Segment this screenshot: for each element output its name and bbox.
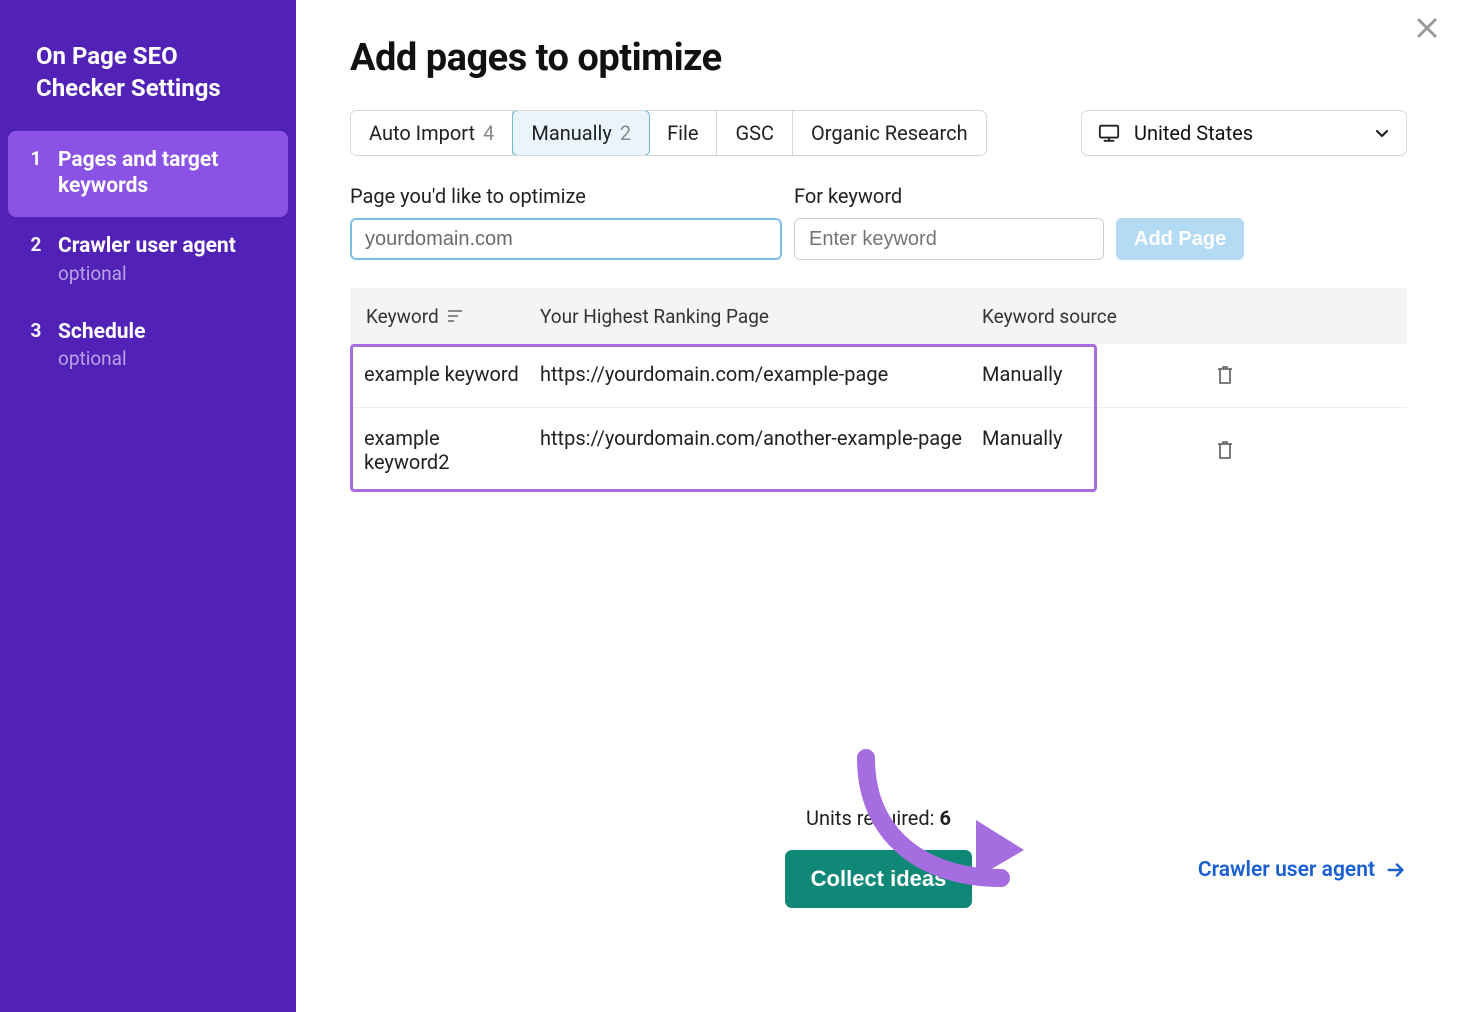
close-icon <box>1415 16 1439 40</box>
keywords-table: Keyword Your Highest Ranking Page Keywor… <box>350 288 1407 492</box>
tab-count: 4 <box>483 121 494 145</box>
trash-icon <box>1215 364 1235 386</box>
collect-ideas-button[interactable]: Collect ideas <box>785 850 973 908</box>
step-number: 3 <box>28 319 44 342</box>
desktop-icon <box>1098 123 1120 143</box>
next-step-link[interactable]: Crawler user agent <box>1198 858 1407 882</box>
step-sublabel: optional <box>58 262 236 285</box>
page-input[interactable] <box>350 218 782 260</box>
sidebar-step-crawler-user-agent[interactable]: 2 Crawler user agent optional <box>8 217 288 302</box>
add-page-button[interactable]: Add Page <box>1116 218 1244 260</box>
page-title: Add pages to optimize <box>350 36 1407 80</box>
col-source-header: Keyword source <box>982 305 1182 328</box>
cell-url: https://yourdomain.com/another-example-p… <box>540 426 982 474</box>
tab-label: Auto Import <box>369 121 475 145</box>
units-required-text: Units required: 6 <box>806 806 951 830</box>
cell-url: https://yourdomain.com/example-page <box>540 362 982 389</box>
arrow-right-icon <box>1385 859 1407 881</box>
keyword-input-label: For keyword <box>794 184 1104 208</box>
col-keyword-header[interactable]: Keyword <box>366 305 439 328</box>
tab-label: GSC <box>735 121 774 145</box>
tab-auto-import[interactable]: Auto Import 4 <box>351 111 513 155</box>
country-select[interactable]: United States <box>1081 110 1407 156</box>
col-page-header: Your Highest Ranking Page <box>540 305 982 328</box>
next-step-label: Crawler user agent <box>1198 858 1375 882</box>
step-label: Pages and target keywords <box>58 147 268 200</box>
tab-organic-research[interactable]: Organic Research <box>793 111 986 155</box>
footer-actions: Units required: 6 Collect ideas <box>296 806 1461 908</box>
tab-label: Manually <box>531 121 611 145</box>
tab-manually[interactable]: Manually 2 <box>512 110 650 156</box>
units-count: 6 <box>939 806 950 830</box>
step-label: Schedule <box>58 319 145 345</box>
page-input-label: Page you'd like to optimize <box>350 184 782 208</box>
cell-keyword: example keyword2 <box>350 426 540 474</box>
table-row: example keyword https://yourdomain.com/e… <box>350 344 1407 408</box>
tab-count: 2 <box>620 121 631 145</box>
close-button[interactable] <box>1409 10 1445 46</box>
step-label: Crawler user agent <box>58 233 236 259</box>
trash-icon <box>1215 439 1235 461</box>
step-number: 1 <box>28 147 44 170</box>
tab-label: Organic Research <box>811 121 968 145</box>
table-header-row: Keyword Your Highest Ranking Page Keywor… <box>350 288 1407 344</box>
step-number: 2 <box>28 233 44 256</box>
cell-keyword: example keyword <box>350 362 540 389</box>
sidebar-title: On Page SEO Checker Settings <box>8 36 288 131</box>
cell-source: Manually <box>982 362 1182 389</box>
cell-source: Manually <box>982 426 1182 474</box>
delete-row-button[interactable] <box>1215 364 1235 389</box>
country-label: United States <box>1134 121 1360 145</box>
table-row: example keyword2 https://yourdomain.com/… <box>350 408 1407 492</box>
settings-sidebar: On Page SEO Checker Settings 1 Pages and… <box>0 0 296 1012</box>
keyword-input[interactable] <box>794 218 1104 260</box>
sort-icon[interactable] <box>447 305 463 328</box>
sidebar-step-schedule[interactable]: 3 Schedule optional <box>8 303 288 388</box>
delete-row-button[interactable] <box>1215 428 1235 474</box>
tab-file[interactable]: File <box>649 111 717 155</box>
sidebar-step-pages-keywords[interactable]: 1 Pages and target keywords <box>8 131 288 218</box>
tab-gsc[interactable]: GSC <box>717 111 793 155</box>
source-tabs: Auto Import 4 Manually 2 File GSC Organi… <box>350 110 987 156</box>
tab-label: File <box>667 121 698 145</box>
step-sublabel: optional <box>58 347 145 370</box>
chevron-down-icon <box>1374 125 1390 141</box>
